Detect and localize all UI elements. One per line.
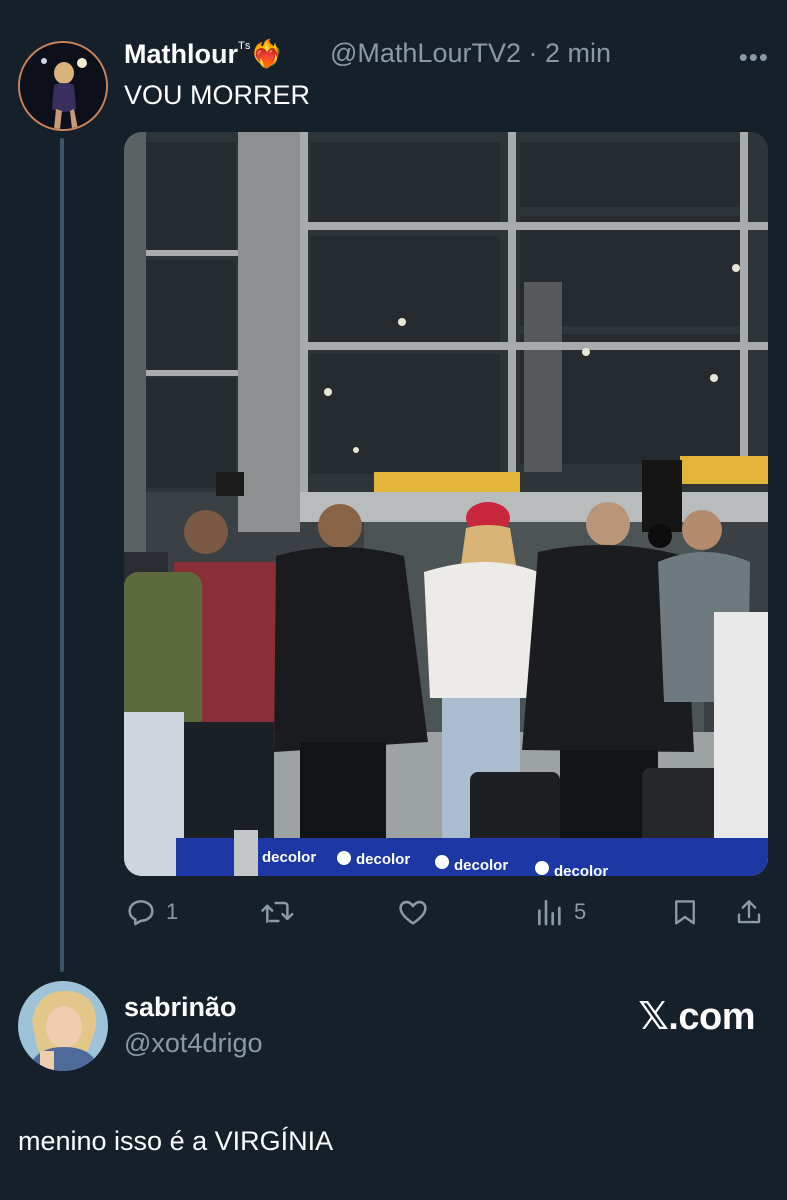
barrier-sign: decolor: [554, 863, 608, 876]
reply-button[interactable]: 1: [124, 890, 178, 934]
more-icon[interactable]: •••: [739, 42, 769, 73]
barrier-sign: decolor: [454, 857, 508, 874]
reply-author-avatar[interactable]: [18, 981, 108, 1071]
timestamp[interactable]: 2 min: [545, 38, 611, 68]
reply-icon: [128, 900, 154, 926]
barrier-sign: decolor: [262, 849, 316, 866]
reply-author-name[interactable]: sabrinão: [124, 992, 237, 1023]
views-count: 5: [574, 899, 587, 924]
retweet-button[interactable]: [259, 890, 295, 934]
tweet-text: VOU MORRER: [124, 80, 311, 110]
x-logo: 𝕏.com: [638, 996, 755, 1038]
author-badge: ᵀˢ: [238, 40, 251, 57]
heart-fire-emoji: ❤️‍🔥: [250, 39, 284, 69]
tweet-action-bar: 1 5: [124, 890, 768, 934]
author-avatar[interactable]: [18, 41, 108, 131]
reply-author-handle[interactable]: @xot4drigo: [124, 1028, 262, 1059]
share-button[interactable]: [734, 890, 764, 934]
author-handle-line: @MathLourTV2 · 2 min: [330, 38, 611, 69]
tweet-photo[interactable]: decolor decolor decolor decolor: [124, 132, 768, 876]
bookmark-button[interactable]: [670, 890, 700, 934]
share-icon: [737, 900, 761, 924]
bookmark-icon: [675, 900, 695, 925]
thread-line: [60, 138, 64, 972]
views-icon: [538, 900, 561, 926]
reply-text: menino isso é a VIRGÍNIA: [18, 1126, 334, 1156]
separator: ·: [528, 38, 538, 68]
barrier-sign: decolor: [356, 851, 410, 868]
author-name[interactable]: Mathlourᵀˢ❤️‍🔥: [124, 38, 284, 70]
like-icon: [399, 900, 427, 925]
author-handle[interactable]: @MathLourTV2: [330, 38, 521, 68]
reply-count: 1: [166, 899, 179, 924]
views-button[interactable]: 5: [534, 890, 586, 934]
retweet-icon: [261, 901, 294, 923]
like-button[interactable]: [396, 890, 430, 934]
